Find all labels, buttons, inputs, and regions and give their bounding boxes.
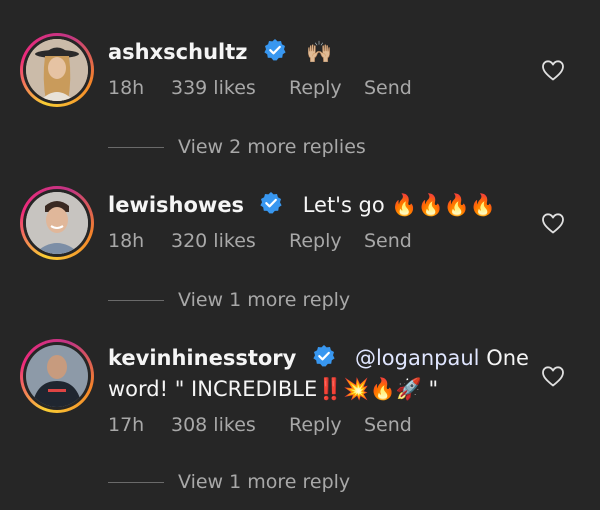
- divider-line: [108, 300, 164, 301]
- avatar[interactable]: [20, 33, 94, 107]
- verified-badge-icon: [313, 345, 335, 367]
- send-button[interactable]: Send: [364, 414, 412, 436]
- heart-outline-icon[interactable]: [541, 365, 565, 387]
- view-replies-link[interactable]: View 1 more reply: [178, 471, 350, 493]
- verified-badge-icon: [264, 39, 286, 61]
- like-count[interactable]: 308 likes: [171, 414, 256, 436]
- username[interactable]: lewishowes: [108, 193, 244, 217]
- comment-text-line2: word! " INCREDIBLE‼️💥🔥🚀 ": [108, 377, 439, 401]
- avatar[interactable]: [20, 339, 94, 413]
- send-button[interactable]: Send: [364, 77, 412, 99]
- comment-text: One: [486, 346, 529, 370]
- reply-button[interactable]: Reply: [289, 414, 342, 436]
- reply-button[interactable]: Reply: [289, 230, 342, 252]
- view-replies-link[interactable]: View 1 more reply: [178, 289, 350, 311]
- comment-text: Let's go 🔥🔥🔥🔥: [302, 193, 497, 217]
- heart-outline-icon[interactable]: [541, 212, 565, 234]
- divider-line: [108, 147, 164, 148]
- comment-time: 17h: [108, 414, 145, 436]
- send-button[interactable]: Send: [364, 230, 412, 252]
- avatar-image: [26, 345, 88, 407]
- username[interactable]: kevinhinesstory: [108, 346, 296, 370]
- comment-text: 🙌🏼: [306, 40, 333, 64]
- username[interactable]: ashxschultz: [108, 40, 247, 64]
- avatar-image: [26, 192, 88, 254]
- like-count[interactable]: 320 likes: [171, 230, 256, 252]
- reply-button[interactable]: Reply: [289, 77, 342, 99]
- previous-comment-fade: — — — — — — —: [160, 0, 400, 4]
- avatar[interactable]: [20, 186, 94, 260]
- view-replies-link[interactable]: View 2 more replies: [178, 136, 366, 158]
- verified-badge-icon: [260, 192, 282, 214]
- avatar-image: [26, 39, 88, 101]
- heart-outline-icon[interactable]: [541, 59, 565, 81]
- comment-time: 18h: [108, 230, 145, 252]
- like-count[interactable]: 339 likes: [171, 77, 256, 99]
- mention-link[interactable]: @loganpaul: [355, 346, 480, 370]
- divider-line: [108, 482, 164, 483]
- comment-time: 18h: [108, 77, 145, 99]
